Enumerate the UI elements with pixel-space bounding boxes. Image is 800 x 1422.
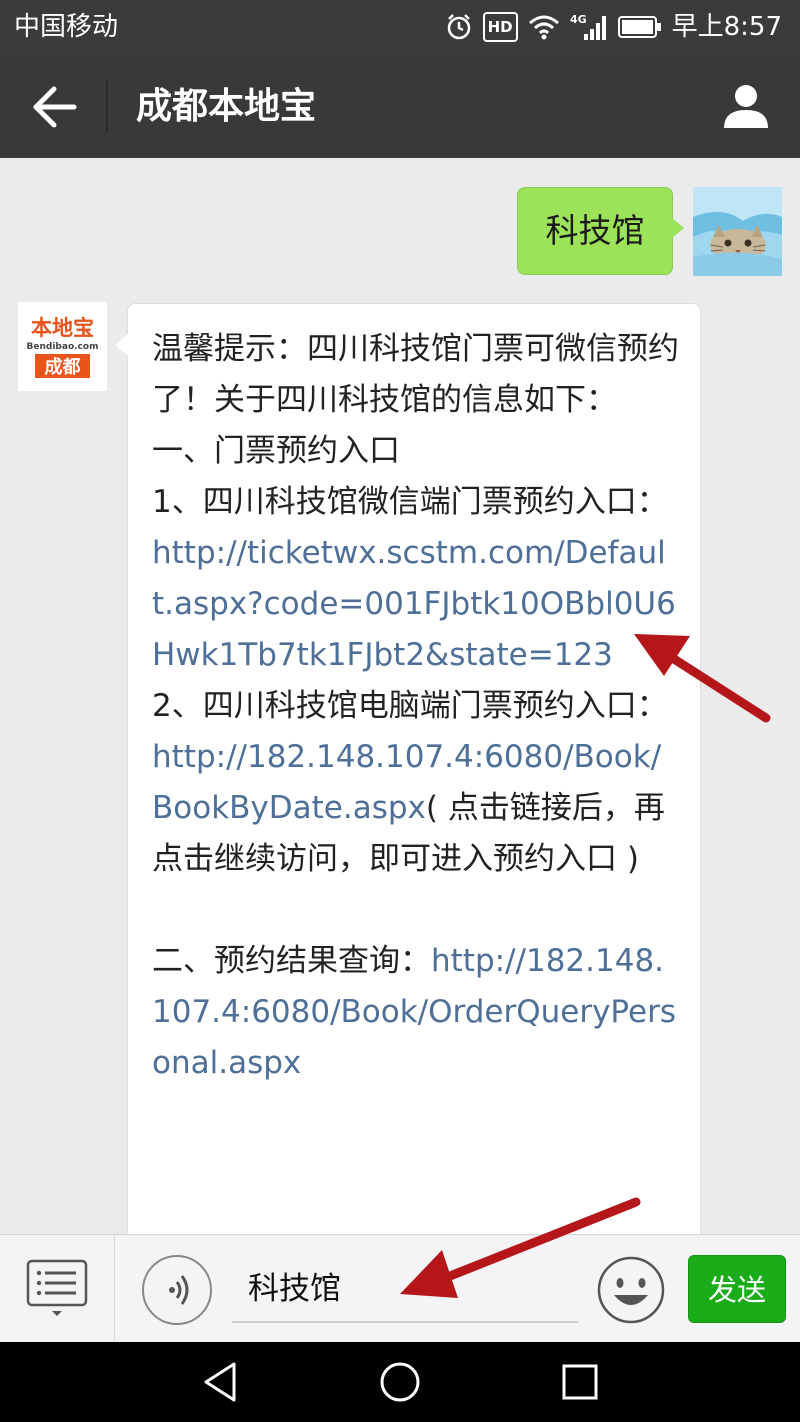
status-icons: HD 4G 早上8:57 — [445, 10, 782, 44]
person-icon[interactable] — [722, 82, 770, 130]
nav-back-icon[interactable] — [198, 1360, 242, 1404]
send-button[interactable]: 发送 — [688, 1255, 786, 1323]
kitten-avatar-image — [693, 187, 782, 276]
logo-city-text: 成都 — [45, 356, 81, 378]
chat-title: 成都本地宝 — [136, 86, 317, 127]
battery-icon — [617, 12, 662, 42]
logo-site-text: Bendibao.com — [27, 342, 99, 352]
item1-entry: 1、四川科技馆微信端门票预约入口： http://ticketwx.scstm.c… — [152, 477, 680, 681]
official-account-logo[interactable]: 本地宝 Bendibao.com 成都 — [18, 302, 107, 391]
status-bar: 中国移动 HD 4G 早上8:57 — [0, 0, 800, 54]
section2-prefix: 二、预约结果查询： — [152, 943, 431, 979]
section2-entry: 二、预约结果查询：http://182.148.107.4:6080/Book/… — [152, 936, 680, 1089]
carrier-name: 中国移动 — [14, 12, 119, 42]
back-arrow-icon[interactable] — [30, 84, 80, 130]
clock: 早上8:57 — [671, 12, 782, 42]
user-avatar[interactable] — [693, 187, 782, 276]
intro-text: 温馨提示：四川科技馆门票可微信预约了！关于四川科技馆的信息如下： — [152, 331, 679, 418]
item2-prefix: 2、四川科技馆电脑端门票预约入口： — [152, 688, 668, 724]
menu-keyboard-icon[interactable] — [26, 1257, 90, 1321]
received-message-bubble[interactable]: 温馨提示：四川科技馆门票可微信预约了！关于四川科技馆的信息如下： 一、门票预约入… — [115, 303, 701, 1234]
title-bar: 成都本地宝 — [0, 54, 800, 158]
voice-icon[interactable] — [142, 1255, 212, 1325]
hd-badge: HD — [482, 12, 518, 42]
signal-icon: 4G — [570, 12, 608, 42]
chat-area[interactable]: 科技馆 本地宝 Bendibao.com 成都 温馨提示：四川科技馆门票可微信预… — [0, 158, 800, 1234]
nav-home-icon[interactable] — [378, 1360, 422, 1404]
item1-prefix: 1、四川科技馆微信端门票预约入口： — [152, 484, 668, 520]
wechat-ticket-link[interactable]: http://ticketwx.scstm.com/Default.aspx?c… — [152, 535, 676, 673]
wifi-icon — [528, 12, 560, 42]
section1-heading: 一、门票预约入口 — [152, 433, 400, 469]
message-input[interactable] — [232, 1257, 578, 1323]
system-nav-bar — [0, 1342, 800, 1422]
item2-entry: 2、四川科技馆电脑端门票预约入口：http://182.148.107.4:60… — [152, 681, 680, 885]
sent-message-bubble[interactable]: 科技馆 — [517, 187, 684, 275]
nav-recents-icon[interactable] — [558, 1360, 602, 1404]
emoji-icon[interactable] — [596, 1255, 666, 1325]
network-type-label: 4G — [570, 13, 587, 26]
alarm-icon — [445, 12, 473, 42]
input-divider — [114, 1235, 115, 1343]
title-divider — [106, 80, 108, 132]
sent-message-text: 科技馆 — [545, 211, 645, 250]
input-bar: 发送 — [0, 1234, 800, 1343]
logo-brand-text: 本地宝 — [31, 316, 94, 340]
